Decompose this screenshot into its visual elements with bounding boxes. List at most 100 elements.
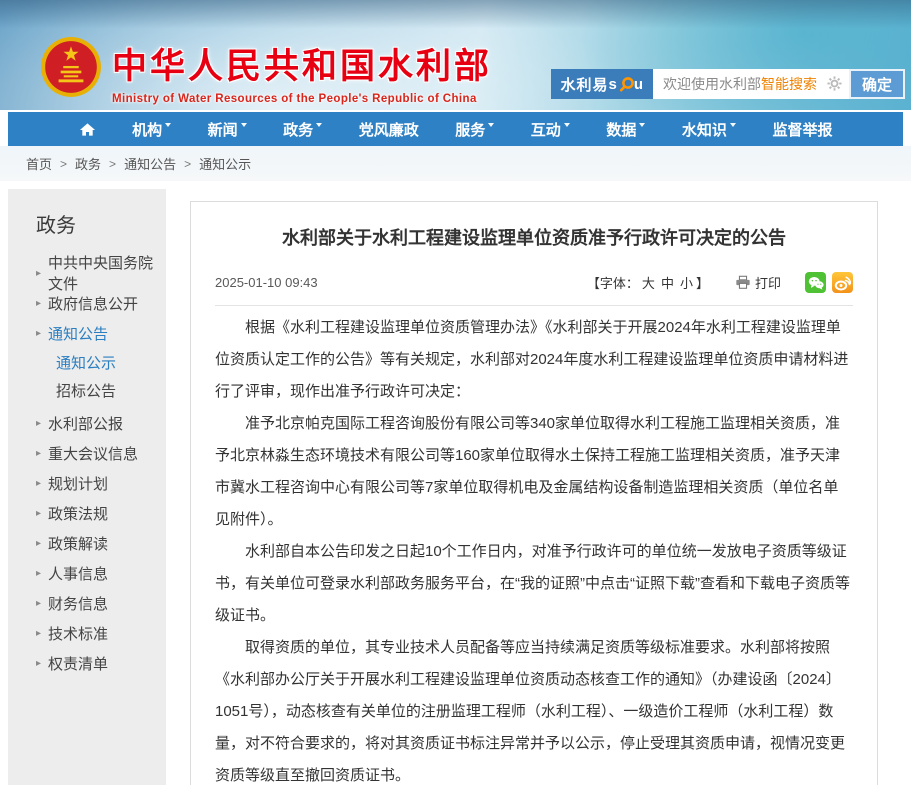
chevron-down-icon xyxy=(730,123,736,127)
nav-item-party[interactable]: 党风廉政 xyxy=(359,119,419,140)
nav-item-orgs[interactable]: 机构 xyxy=(132,119,171,140)
weibo-eye-icon xyxy=(834,275,851,291)
arrow-right-icon: ▸ xyxy=(36,328,41,339)
sidebar-item-label: 政策法规 xyxy=(48,503,108,524)
nav-home[interactable] xyxy=(79,122,96,137)
article-title: 水利部关于水利工程建设监理单位资质准予行政许可决定的公告 xyxy=(215,224,853,250)
breadcrumb-notices[interactable]: 通知公告 xyxy=(124,154,176,173)
printer-icon xyxy=(735,275,751,290)
chevron-down-icon xyxy=(241,123,247,127)
nav-item-services[interactable]: 服务 xyxy=(455,119,494,140)
sidebar-item-responsibility-list[interactable]: ▸ 权责清单 xyxy=(36,648,166,678)
nav-label: 党风廉政 xyxy=(359,119,419,140)
font-size-label-open: 【字体： xyxy=(587,273,639,292)
search-submit-button[interactable]: 确定 xyxy=(849,69,905,99)
nav-item-knowledge[interactable]: 水知识 xyxy=(682,119,736,140)
paragraph: 取得资质的单位，其专业技术人员配备等应当持续满足资质等级标准要求。水利部将按照《… xyxy=(215,632,853,785)
article-panel: 水利部关于水利工程建设监理单位资质准予行政许可决定的公告 2025-01-10 … xyxy=(190,201,878,785)
breadcrumb-separator: > xyxy=(109,157,116,171)
meta-divider xyxy=(215,305,853,306)
print-button[interactable]: 打印 xyxy=(735,273,781,292)
sidebar-item-policies-laws[interactable]: ▸政策法规 xyxy=(36,498,166,528)
sidebar-item-label: 权责清单 xyxy=(48,653,108,674)
chevron-down-icon xyxy=(316,123,322,127)
print-label: 打印 xyxy=(755,273,781,292)
nav-label: 数据 xyxy=(606,119,636,140)
nav-item-interaction[interactable]: 互动 xyxy=(531,119,570,140)
sidebar-item-label: 政策解读 xyxy=(48,533,108,554)
home-icon xyxy=(79,122,96,137)
nav-item-news[interactable]: 新闻 xyxy=(208,119,247,140)
nav-label: 机构 xyxy=(132,119,162,140)
sidebar-item-bulletin[interactable]: ▸ 水利部公报 xyxy=(36,408,166,438)
sidebar-item-notices[interactable]: ▸ 通知公告 xyxy=(36,318,166,348)
nav-label: 服务 xyxy=(455,119,485,140)
breadcrumb-govaffairs[interactable]: 政务 xyxy=(75,154,101,173)
nav-item-data[interactable]: 数据 xyxy=(606,119,645,140)
publish-date: 2025-01-10 09:43 xyxy=(215,275,318,290)
sidebar-item-label: 财务信息 xyxy=(48,593,108,614)
sidebar-item-label: 招标公告 xyxy=(56,380,116,401)
sidebar-item-label: 规划计划 xyxy=(48,473,108,494)
sidebar-item-label: 中共中央国务院文件 xyxy=(48,252,166,294)
search-bar: 水利易 s u 欢迎使用水利部智能搜索 确定 xyxy=(551,69,905,99)
sidebar-item-label: 重大会议信息 xyxy=(48,443,138,464)
breadcrumb: 首页 > 政务 > 通知公告 > 通知公示 xyxy=(0,146,911,181)
article-meta: 2025-01-10 09:43 【字体： 大 中 小 】 打印 xyxy=(215,272,853,293)
arrow-right-icon: ▸ xyxy=(36,268,41,279)
arrow-right-icon: ▸ xyxy=(36,298,41,309)
nav-item-govaffairs[interactable]: 政务 xyxy=(283,119,322,140)
search-brand-text: 水利易 xyxy=(560,74,608,95)
national-emblem-icon xyxy=(40,36,102,98)
sidebar-item-planning[interactable]: ▸ 规划计划 xyxy=(36,468,166,498)
arrow-right-icon: ▸ xyxy=(36,418,41,429)
sidebar-item-personnel[interactable]: ▸人事信息 xyxy=(36,558,166,588)
sidebar-item-label: 政府信息公开 xyxy=(48,293,138,314)
search-input[interactable]: 欢迎使用水利部智能搜索 xyxy=(653,69,849,99)
arrow-right-icon: ▸ xyxy=(36,478,41,489)
breadcrumb-home[interactable]: 首页 xyxy=(26,154,52,173)
search-placeholder-plain: 欢迎使用水利部 xyxy=(663,76,761,92)
sidebar: 政务 ▸中共中央国务院文件 ▸政府信息公开 ▸通知公告 通知公示 招标公告 ▸水… xyxy=(8,189,166,785)
sidebar-item-label: 通知公告 xyxy=(48,323,108,344)
nav-label: 政务 xyxy=(283,119,313,140)
search-brand-s: s xyxy=(608,76,617,93)
sidebar-item-label: 技术标准 xyxy=(48,623,108,644)
sidebar-item-tech-standards[interactable]: ▸ 技术标准 xyxy=(36,618,166,648)
arrow-right-icon: ▸ xyxy=(36,568,41,579)
weibo-share-icon[interactable] xyxy=(832,272,853,293)
sidebar-item-policy-interpretation[interactable]: ▸政策解读 xyxy=(36,528,166,558)
nav-item-report[interactable]: 监督举报 xyxy=(772,119,832,140)
sidebar-item-tender-notices[interactable]: 招标公告 xyxy=(36,376,166,404)
wechat-bubbles-icon xyxy=(808,276,824,290)
site-banner: 中华人民共和国水利部 Ministry of Water Resources o… xyxy=(0,0,911,110)
breadcrumb-current[interactable]: 通知公示 xyxy=(199,154,251,173)
nav-label: 监督举报 xyxy=(772,119,832,140)
sidebar-item-label: 水利部公报 xyxy=(48,413,123,434)
sidebar-item-central-docs[interactable]: ▸中共中央国务院文件 xyxy=(36,258,166,288)
chevron-down-icon xyxy=(165,123,171,127)
magnifier-icon xyxy=(619,76,635,92)
main-area: 政务 ▸中共中央国务院文件 ▸政府信息公开 ▸通知公告 通知公示 招标公告 ▸水… xyxy=(0,181,911,785)
chevron-down-icon xyxy=(488,123,494,127)
arrow-right-icon: ▸ xyxy=(36,658,41,669)
main-nav: 机构 新闻 政务 党风廉政 服务 互动 数据 水知识 监督举报 xyxy=(8,112,903,146)
wechat-share-icon[interactable] xyxy=(805,272,826,293)
font-size-label-close: 】 xyxy=(696,273,709,292)
nav-label: 互动 xyxy=(531,119,561,140)
font-size-large[interactable]: 大 xyxy=(642,273,655,292)
search-placeholder: 欢迎使用水利部智能搜索 xyxy=(663,74,817,94)
sidebar-item-finance[interactable]: ▸财务信息 xyxy=(36,588,166,618)
gear-icon[interactable] xyxy=(827,76,842,91)
arrow-right-icon: ▸ xyxy=(36,628,41,639)
search-brand: 水利易 s u xyxy=(551,69,653,99)
sidebar-item-label: 通知公示 xyxy=(56,352,116,373)
sidebar-item-major-meetings[interactable]: ▸重大会议信息 xyxy=(36,438,166,468)
font-size-medium[interactable]: 中 xyxy=(661,273,674,292)
sidebar-section-title: 政务 xyxy=(36,209,166,238)
sidebar-item-notice-publicity[interactable]: 通知公示 xyxy=(36,348,166,376)
chevron-down-icon xyxy=(564,123,570,127)
article-body: 根据《水利工程建设监理单位资质管理办法》《水利部关于开展2024年水利工程建设监… xyxy=(215,312,853,785)
paragraph: 水利部自本公告印发之日起10个工作日内，对准予行政许可的单位统一发放电子资质等级… xyxy=(215,536,853,632)
font-size-small[interactable]: 小 xyxy=(680,273,693,292)
